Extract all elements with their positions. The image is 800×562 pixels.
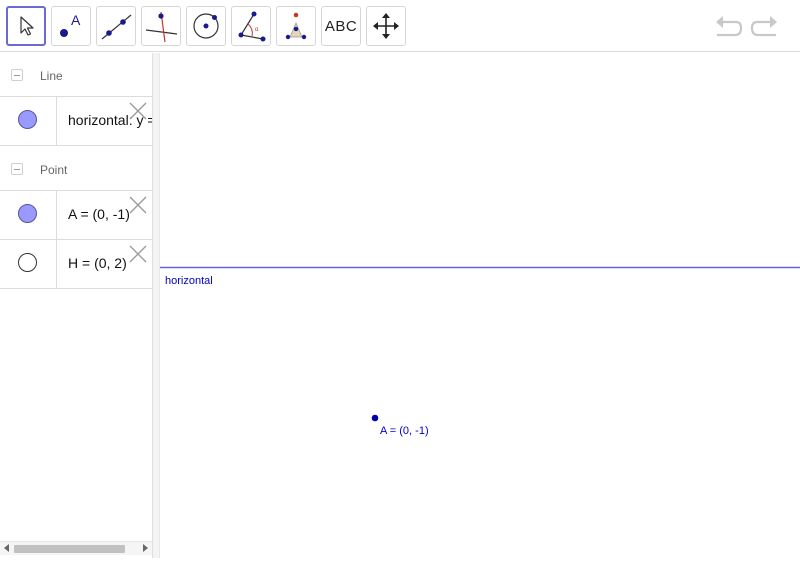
close-icon[interactable]: [129, 245, 147, 263]
svg-text:A: A: [71, 12, 81, 28]
move-graphics-view-tool-button[interactable]: [366, 6, 406, 46]
algebra-item-A[interactable]: A = (0, -1): [0, 191, 153, 240]
group-label-point: Point: [40, 163, 68, 177]
scroll-left-icon[interactable]: [4, 544, 9, 552]
view-splitter[interactable]: [152, 53, 160, 558]
algebra-item-text[interactable]: A = (0, -1): [68, 206, 130, 222]
redo-icon: [750, 16, 777, 37]
cursor-arrow-icon: [20, 16, 34, 36]
marble-cell: [0, 240, 57, 288]
point-icon: A: [60, 12, 81, 37]
reflect-about-point-icon: [285, 12, 307, 40]
move-tool-button[interactable]: [6, 6, 46, 46]
undo-button[interactable]: [713, 12, 743, 42]
move-arrows-icon: [373, 13, 399, 39]
perpendicular-line-icon: [145, 11, 178, 43]
visibility-toggle-horizontal[interactable]: [18, 110, 37, 129]
collapse-group-point-button[interactable]: [11, 163, 23, 175]
point-A[interactable]: [371, 414, 379, 422]
scrollbar-thumb[interactable]: [14, 545, 125, 553]
text-tool-label: ABC: [324, 17, 358, 35]
group-label-line: Line: [40, 69, 63, 83]
point-A-label: A = (0, -1): [380, 425, 429, 437]
angle-tool-button[interactable]: α: [231, 6, 271, 46]
group-header-point: Point: [0, 147, 153, 191]
circle-tool-button[interactable]: [186, 6, 226, 46]
algebra-view: Line horizontal: y = 2 Point A = (0, -1)…: [0, 53, 153, 558]
graphics-canvas[interactable]: horizontal A = (0, -1): [160, 53, 800, 558]
close-icon[interactable]: [129, 196, 147, 214]
visibility-toggle-A[interactable]: [18, 204, 37, 223]
point-tool-button[interactable]: A: [51, 6, 91, 46]
angle-icon: α: [238, 11, 266, 42]
algebra-item-H[interactable]: H = (0, 2): [0, 240, 153, 289]
algebra-item-horizontal[interactable]: horizontal: y = 2: [0, 97, 153, 146]
horizontal-line-label: horizontal: [165, 275, 213, 287]
perpendicular-line-tool-button[interactable]: [141, 6, 181, 46]
circle-with-center-icon: [193, 13, 219, 39]
undo-icon: [716, 16, 743, 37]
group-header-line: Line: [0, 53, 153, 97]
close-icon[interactable]: [129, 102, 147, 120]
scroll-right-icon[interactable]: [143, 544, 148, 552]
text-tool-button[interactable]: ABC: [321, 6, 361, 46]
collapse-group-line-button[interactable]: [11, 69, 23, 81]
line-through-two-points-icon: [101, 14, 132, 40]
algebra-item-text[interactable]: H = (0, 2): [68, 255, 127, 271]
algebra-horizontal-scrollbar[interactable]: [0, 541, 152, 555]
line-tool-button[interactable]: [96, 6, 136, 46]
graphics-view[interactable]: horizontal A = (0, -1): [160, 53, 800, 558]
svg-text:α: α: [255, 27, 259, 33]
reflect-tool-button[interactable]: [276, 6, 316, 46]
visibility-toggle-H[interactable]: [18, 253, 37, 272]
marble-cell: [0, 97, 57, 145]
marble-cell: [0, 191, 57, 239]
redo-button[interactable]: [750, 12, 780, 42]
toolbar: A α ABC: [0, 0, 800, 52]
